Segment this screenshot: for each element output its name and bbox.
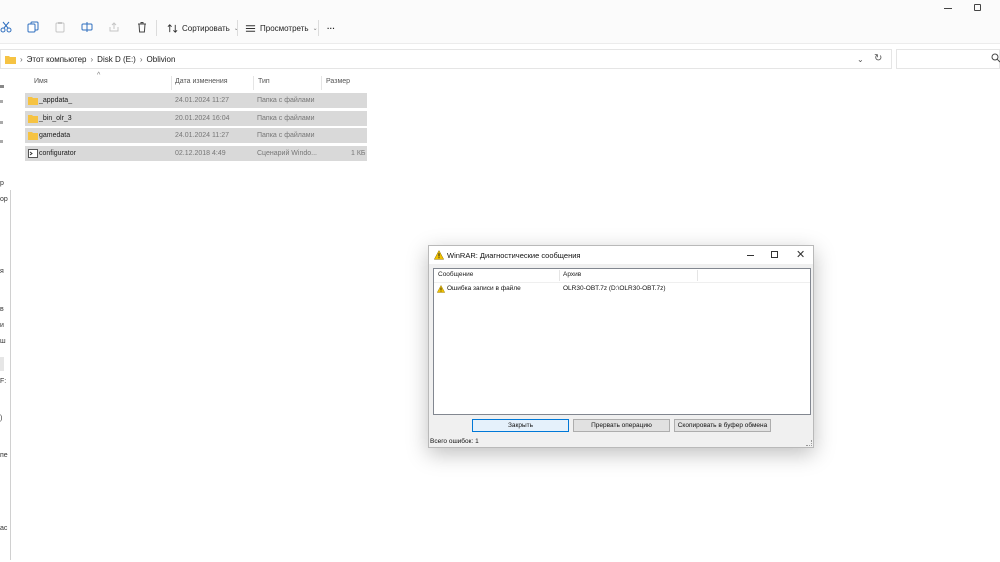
folder-icon xyxy=(28,115,38,123)
copy-icon[interactable] xyxy=(27,21,39,33)
file-type: Сценарий Windo... xyxy=(257,150,317,157)
file-row-bin-olr[interactable]: _bin_olr_3 20.01.2024 16:04 Папка с файл… xyxy=(25,111,367,126)
error-count-status: Всего ошибок: 1 xyxy=(430,438,479,445)
view-button[interactable]: Просмотреть ⌄ xyxy=(245,21,318,35)
copy-to-clipboard-button[interactable]: Скопировать в буфер обмена xyxy=(674,419,771,432)
view-label: Просмотреть xyxy=(260,23,309,33)
command-bar: Сортировать ⌄ Просмотреть ⌄ ··· xyxy=(0,0,1000,44)
archive-text: OLR30-OBT.7z (D:\OLR30-OBT.7z) xyxy=(563,285,666,292)
rename-icon[interactable] xyxy=(81,21,93,33)
file-row-gamedata[interactable]: gamedata 24.01.2024 11:27 Папка с файлам… xyxy=(25,128,367,143)
column-divider[interactable] xyxy=(171,76,172,90)
file-date: 24.01.2024 11:27 xyxy=(175,97,229,104)
nav-scrollbar[interactable] xyxy=(10,190,11,560)
nav-item-fragment[interactable]: ш xyxy=(0,338,6,345)
window-minimize-icon[interactable] xyxy=(944,8,952,9)
window-maximize-icon[interactable] xyxy=(974,4,981,11)
file-row-configurator[interactable]: configurator 02.12.2018 4:49 Сценарий Wi… xyxy=(25,146,367,161)
list-header-message[interactable]: Сообщение xyxy=(438,271,473,278)
sort-icon xyxy=(167,23,178,33)
folder-icon xyxy=(28,97,38,105)
nav-item-fragment[interactable]: пе xyxy=(0,452,8,459)
refresh-icon[interactable]: ↻ xyxy=(874,53,882,64)
nav-item-fragment[interactable]: р xyxy=(0,180,4,187)
file-size: 1 КБ xyxy=(351,150,366,157)
column-divider[interactable] xyxy=(321,76,322,90)
winrar-diagnostic-dialog: WinRAR: Диагностические сообщения ✕ Сооб… xyxy=(428,245,814,448)
share-icon[interactable] xyxy=(108,21,120,33)
nav-marker xyxy=(0,100,3,103)
message-text: Ошибка записи в файле xyxy=(447,285,521,292)
column-divider[interactable] xyxy=(253,76,254,90)
dialog-close-icon[interactable]: ✕ xyxy=(796,248,805,261)
resize-grip[interactable] xyxy=(806,440,812,446)
toolbar-divider xyxy=(318,20,319,36)
dialog-maximize-icon[interactable] xyxy=(771,251,778,258)
file-type: Папка с файлами xyxy=(257,115,315,122)
dialog-title: WinRAR: Диагностические сообщения xyxy=(447,251,581,260)
more-icon: ··· xyxy=(327,23,335,33)
file-type: Папка с файлами xyxy=(257,97,315,104)
nav-item-fragment[interactable]: ) xyxy=(0,415,2,422)
nav-item-fragment[interactable]: я xyxy=(0,268,4,275)
diagnostic-messages-list[interactable]: Сообщение Архив Ошибка записи в файле OL… xyxy=(433,268,811,415)
file-name: _appdata_ xyxy=(39,97,73,104)
file-date: 20.01.2024 16:04 xyxy=(175,115,230,122)
column-divider[interactable] xyxy=(697,270,698,281)
warning-icon xyxy=(434,250,444,260)
dialog-title-bar[interactable]: WinRAR: Диагностические сообщения ✕ xyxy=(429,246,813,264)
list-header-divider xyxy=(434,282,810,283)
list-header-archive[interactable]: Архив xyxy=(563,271,581,278)
sort-label: Сортировать xyxy=(182,23,230,33)
sort-ascending-icon: ^ xyxy=(97,72,101,79)
address-bar[interactable]: › Этот компьютер › Disk D (E:) › Oblivio… xyxy=(0,49,892,69)
breadcrumb-disk-d[interactable]: Disk D (E:) xyxy=(93,55,140,64)
address-row: › Этот компьютер › Disk D (E:) › Oblivio… xyxy=(0,46,1000,72)
file-type: Папка с файлами xyxy=(257,132,315,139)
search-input[interactable] xyxy=(896,49,1000,69)
close-button[interactable]: Закрыть xyxy=(472,419,569,432)
column-divider[interactable] xyxy=(559,270,560,281)
cut-icon[interactable] xyxy=(0,21,12,33)
column-header-date[interactable]: Дата изменения xyxy=(175,78,228,85)
file-name: gamedata xyxy=(39,132,71,139)
abort-operation-button[interactable]: Прервать операцию xyxy=(573,419,670,432)
breadcrumb-oblivion[interactable]: Oblivion xyxy=(143,55,180,64)
more-options-button[interactable]: ··· xyxy=(327,21,335,35)
file-date: 24.01.2024 11:27 xyxy=(175,132,229,139)
search-icon xyxy=(991,53,1000,63)
file-name: _bin_olr_3 xyxy=(39,115,72,122)
chevron-down-icon: ⌄ xyxy=(312,25,318,32)
delete-icon[interactable] xyxy=(136,21,148,33)
dialog-minimize-icon[interactable] xyxy=(747,255,754,256)
nav-marker xyxy=(0,140,3,143)
nav-item-fragment[interactable]: в xyxy=(0,306,4,313)
nav-marker xyxy=(0,85,4,88)
warning-icon xyxy=(437,285,445,293)
file-row-appdata[interactable]: _appdata_ 24.01.2024 11:27 Папка с файла… xyxy=(25,93,367,108)
script-file-icon xyxy=(28,149,38,158)
nav-item-fragment[interactable]: F: xyxy=(0,378,6,385)
nav-item-fragment[interactable]: ас xyxy=(0,525,7,532)
nav-marker xyxy=(0,121,3,124)
folder-icon xyxy=(28,132,38,140)
file-name: configurator xyxy=(39,150,76,157)
paste-icon[interactable] xyxy=(54,21,66,33)
column-header-size[interactable]: Размер xyxy=(326,78,350,85)
nav-item-fragment[interactable]: ор xyxy=(0,196,8,203)
address-history-chevron-icon[interactable]: ⌄ xyxy=(857,55,864,64)
file-date: 02.12.2018 4:49 xyxy=(175,150,226,157)
view-icon xyxy=(245,24,256,32)
folder-icon xyxy=(5,55,16,64)
sort-button[interactable]: Сортировать ⌄ xyxy=(167,21,239,35)
nav-item-fragment[interactable]: и xyxy=(0,322,4,329)
toolbar-divider xyxy=(237,20,238,36)
column-header-name[interactable]: Имя xyxy=(34,78,48,85)
toolbar-divider xyxy=(156,20,157,36)
breadcrumb-this-pc[interactable]: Этот компьютер xyxy=(23,55,91,64)
nav-selected-indicator xyxy=(0,357,4,371)
column-header-type[interactable]: Тип xyxy=(258,78,270,85)
